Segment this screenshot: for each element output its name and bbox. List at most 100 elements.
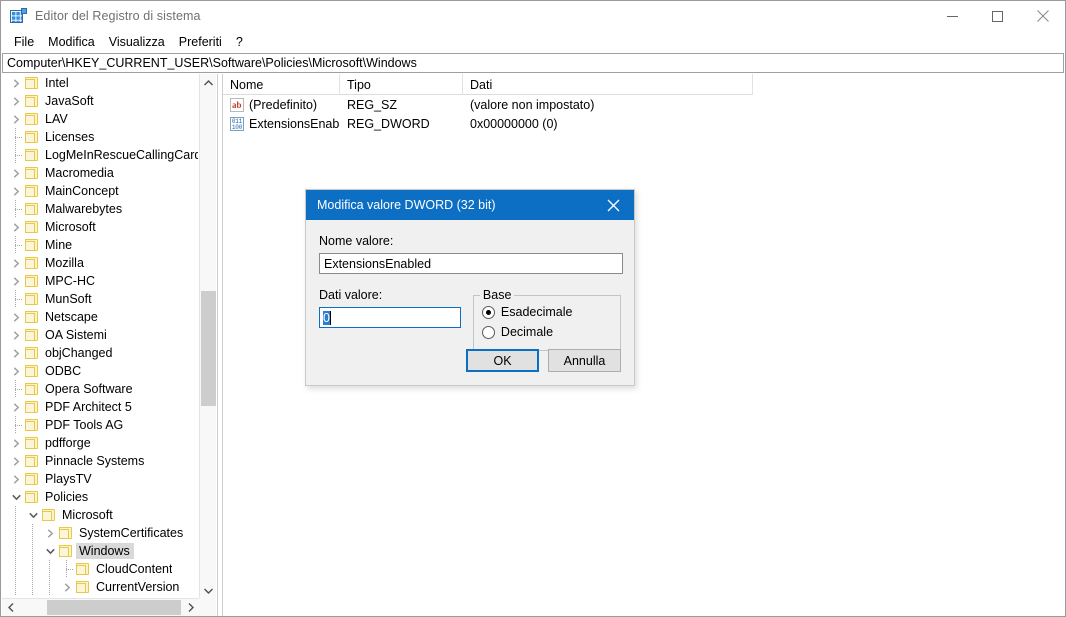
tree-item-lav[interactable]: LAV <box>2 110 198 128</box>
tree-item-logmeinrescuecallingcard[interactable]: LogMeInRescueCallingCard <box>2 146 198 164</box>
column-header-tipo[interactable]: Tipo <box>340 74 463 95</box>
chevron-down-icon[interactable] <box>42 542 58 560</box>
tree-item-playstv[interactable]: PlaysTV <box>2 470 198 488</box>
chevron-right-icon[interactable] <box>42 524 58 542</box>
chevron-right-icon[interactable] <box>8 470 24 488</box>
column-header-nome[interactable]: Nome <box>223 74 340 95</box>
scroll-up-arrow[interactable] <box>200 74 217 91</box>
tree-item-macromedia[interactable]: Macromedia <box>2 164 198 182</box>
tree-item-netscape[interactable]: Netscape <box>2 308 198 326</box>
menu-item-visualizza[interactable]: Visualizza <box>102 33 172 51</box>
table-row[interactable]: ab (Predefinito) REG_SZ (valore non imposta… <box>223 95 1063 114</box>
tree-item-pdfforge[interactable]: pdfforge <box>2 434 198 452</box>
chevron-right-icon[interactable] <box>8 110 24 128</box>
cancel-button[interactable]: Annulla <box>548 349 621 372</box>
scroll-left-arrow[interactable] <box>2 599 20 616</box>
radio-icon-hex[interactable] <box>481 305 495 319</box>
value-data-cell: (valore non impostato) <box>470 97 595 112</box>
tree-connector <box>8 146 24 164</box>
tree-item-microsoft[interactable]: Microsoft <box>2 218 198 236</box>
tree-item-munsoft[interactable]: MunSoft <box>2 290 198 308</box>
folder-icon <box>58 544 74 558</box>
value-data-input[interactable]: 0 <box>319 307 461 328</box>
tree-item-mine[interactable]: Mine <box>2 236 198 254</box>
chevron-down-icon[interactable] <box>25 506 41 524</box>
chevron-right-icon[interactable] <box>8 254 24 272</box>
menu-item-modifica[interactable]: Modifica <box>41 33 102 51</box>
chevron-right-icon[interactable] <box>8 434 24 452</box>
tree-item-licenses[interactable]: Licenses <box>2 128 198 146</box>
tree-item-currentversion[interactable]: CurrentVersion <box>2 578 198 596</box>
scroll-down-arrow[interactable] <box>200 582 217 599</box>
tree-item-malwarebytes[interactable]: Malwarebytes <box>2 200 198 218</box>
close-icon[interactable] <box>592 190 634 220</box>
chevron-right-icon[interactable] <box>8 308 24 326</box>
table-row[interactable]: 011100 ExtensionsEnabl... REG_DWORD 0x00000… <box>223 114 1063 133</box>
tree-item-label: MainConcept <box>45 184 119 198</box>
tree-item-label: MunSoft <box>45 292 92 306</box>
tree-item-content: OA Sistemi <box>24 328 107 342</box>
tree-item-objchanged[interactable]: objChanged <box>2 344 198 362</box>
dialog-buttons: OK Annulla <box>466 349 621 372</box>
tree-item-intel[interactable]: Intel <box>2 74 198 92</box>
chevron-right-icon[interactable] <box>8 272 24 290</box>
tree-item-microsoft[interactable]: Microsoft <box>2 506 198 524</box>
chevron-right-icon[interactable] <box>8 362 24 380</box>
chevron-right-icon[interactable] <box>8 74 24 92</box>
tree-item-pdf-architect-5[interactable]: PDF Architect 5 <box>2 398 198 416</box>
column-header-dati[interactable]: Dati <box>463 74 753 95</box>
tree-item-content: objChanged <box>24 346 112 360</box>
tree-item-mpc-hc[interactable]: MPC-HC <box>2 272 198 290</box>
tree-item-label: Malwarebytes <box>45 202 123 216</box>
tree-item-mozilla[interactable]: Mozilla <box>2 254 198 272</box>
scrollbar-corner <box>199 598 216 616</box>
chevron-right-icon[interactable] <box>8 164 24 182</box>
tree-item-systemcertificates[interactable]: SystemCertificates <box>2 524 198 542</box>
folder-icon <box>24 220 40 234</box>
tree-item-pdf-tools-ag[interactable]: PDF Tools AG <box>2 416 198 434</box>
address-bar[interactable]: Computer\HKEY_CURRENT_USER\Software\Poli… <box>2 53 1064 73</box>
chevron-right-icon[interactable] <box>8 326 24 344</box>
tree-item-odbc[interactable]: ODBC <box>2 362 198 380</box>
radio-decimale[interactable]: Decimale <box>481 322 612 342</box>
folder-icon <box>24 364 40 378</box>
menu-item-help[interactable]: ? <box>229 33 250 51</box>
chevron-right-icon[interactable] <box>8 344 24 362</box>
menu-item-file[interactable]: File <box>7 33 41 51</box>
chevron-right-icon[interactable] <box>8 218 24 236</box>
ok-button[interactable]: OK <box>466 349 539 372</box>
tree-item-content: Windows <box>58 543 134 559</box>
chevron-right-icon[interactable] <box>8 452 24 470</box>
tree-item-opera-software[interactable]: Opera Software <box>2 380 198 398</box>
chevron-right-icon[interactable] <box>8 92 24 110</box>
tree-item-policies[interactable]: Policies <box>2 488 198 506</box>
maximize-icon[interactable] <box>975 1 1020 31</box>
close-icon[interactable] <box>1020 1 1065 31</box>
chevron-down-icon[interactable] <box>8 488 24 506</box>
tree-item-mainconcept[interactable]: MainConcept <box>2 182 198 200</box>
tree-item-content: Intel <box>24 76 69 90</box>
radio-esadecimale[interactable]: Esadecimale <box>481 302 612 322</box>
tree-vertical-scrollbar[interactable] <box>199 74 216 599</box>
tree-item-windows[interactable]: Windows <box>2 542 198 560</box>
tree-item-content: Malwarebytes <box>24 202 122 216</box>
chevron-right-icon[interactable] <box>8 398 24 416</box>
scroll-right-arrow[interactable] <box>182 599 200 616</box>
tree-item-cloudcontent[interactable]: CloudContent <box>2 560 198 578</box>
tree-item-label: Mine <box>45 238 73 252</box>
tree-scroll-thumb[interactable] <box>201 291 216 406</box>
menu-item-preferiti[interactable]: Preferiti <box>172 33 229 51</box>
tree-hscroll-thumb[interactable] <box>47 600 181 615</box>
tree-item-content: PDF Architect 5 <box>24 400 132 414</box>
tree-item-javasoft[interactable]: JavaSoft <box>2 92 198 110</box>
tree-item-oa-sistemi[interactable]: OA Sistemi <box>2 326 198 344</box>
radio-icon-dec[interactable] <box>481 325 495 339</box>
value-name-input[interactable]: ExtensionsEnabled <box>319 253 623 274</box>
chevron-right-icon[interactable] <box>59 578 75 596</box>
minimize-icon[interactable] <box>930 1 975 31</box>
tree-item-pinnacle-systems[interactable]: Pinnacle Systems <box>2 452 198 470</box>
chevron-right-icon[interactable] <box>8 182 24 200</box>
tree-horizontal-scrollbar[interactable] <box>2 598 216 616</box>
